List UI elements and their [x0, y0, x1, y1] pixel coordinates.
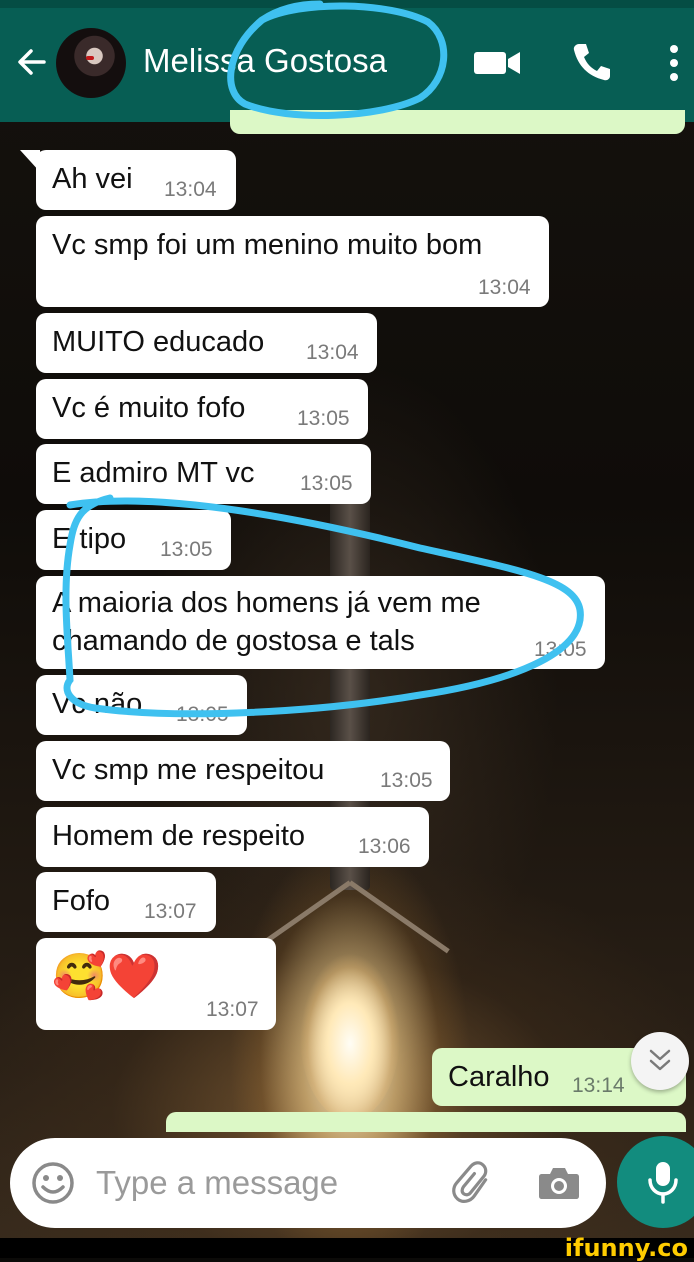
- message-time: 13:07: [144, 900, 197, 923]
- message-time: 13:05: [297, 407, 350, 430]
- message-time: 13:06: [358, 835, 411, 858]
- message-bubble[interactable]: E admiro MT vc 13:05: [36, 444, 371, 504]
- message-time: 13:04: [306, 341, 359, 364]
- message-text: Vc smp me respeitou: [52, 754, 325, 786]
- message-time: 13:05: [380, 769, 433, 792]
- message-text: E tipo: [52, 523, 127, 555]
- emoji-icon[interactable]: [30, 1160, 76, 1206]
- message-bubble[interactable]: 🥰❤️ 13:07: [36, 938, 276, 1030]
- message-input[interactable]: [96, 1158, 436, 1208]
- microphone-icon: [648, 1162, 678, 1204]
- message-bubble[interactable]: Vc é muito fofo 13:05: [36, 379, 368, 439]
- message-time: 13:05: [300, 472, 353, 495]
- message-text: Vc é muito fofo: [52, 392, 246, 424]
- message-text: E admiro MT vc: [52, 457, 255, 489]
- contact-name[interactable]: Melissa Gostosa: [143, 42, 387, 80]
- message-text: MUITO educado: [52, 326, 265, 358]
- message-bubble[interactable]: MUITO educado 13:04: [36, 313, 377, 373]
- message-time: 13:05: [160, 538, 213, 561]
- message-text: Caralho: [448, 1061, 550, 1093]
- message-bubble[interactable]: Vc smp me respeitou 13:05: [36, 741, 450, 801]
- message-text: Vc smp foi um menino muito bom: [52, 229, 483, 261]
- message-time: 13:05: [176, 703, 229, 726]
- message-time: 13:04: [164, 178, 217, 201]
- message-text-line2: chamando de gostosa e tals: [52, 625, 415, 657]
- message-bubble[interactable]: Vc smp foi um menino muito bom 13:04: [36, 216, 549, 307]
- message-time: 13:05: [534, 638, 587, 661]
- message-text: Homem de respeito: [52, 820, 306, 852]
- message-composer: [10, 1138, 606, 1228]
- message-time: 13:07: [206, 998, 259, 1021]
- message-time: 13:14: [572, 1074, 625, 1097]
- paperclip-icon[interactable]: [450, 1160, 496, 1206]
- scroll-to-bottom-button[interactable]: [631, 1032, 689, 1090]
- message-text: Ah vei: [52, 163, 133, 195]
- message-bubble[interactable]: Fofo 13:07: [36, 872, 216, 932]
- next-outgoing-bubble: [166, 1112, 686, 1132]
- message-bubble[interactable]: Homem de respeito 13:06: [36, 807, 429, 867]
- previous-outgoing-bubble: [230, 110, 685, 134]
- message-time: 13:04: [478, 276, 531, 299]
- wallpaper-flame: [300, 950, 400, 1120]
- message-bubble[interactable]: Ah vei 13:04: [36, 150, 236, 210]
- double-chevron-down-icon: [649, 1049, 671, 1071]
- more-vert-icon[interactable]: [664, 42, 684, 84]
- back-arrow-icon[interactable]: [14, 44, 50, 80]
- message-bubble[interactable]: Vc não 13:05: [36, 675, 247, 735]
- video-call-icon[interactable]: [472, 46, 522, 78]
- message-emoji: 🥰❤️: [52, 952, 162, 1001]
- phone-icon[interactable]: [570, 40, 614, 84]
- camera-icon[interactable]: [536, 1160, 582, 1206]
- status-bar: [0, 0, 694, 8]
- chat-header: Melissa Gostosa: [0, 0, 694, 122]
- avatar[interactable]: [56, 28, 126, 98]
- message-text: A maioria dos homens já vem me: [52, 587, 481, 619]
- message-bubble[interactable]: A maioria dos homens já vem me chamando …: [36, 576, 605, 669]
- message-text: Vc não: [52, 688, 143, 720]
- message-text: Fofo: [52, 885, 111, 917]
- message-bubble[interactable]: E tipo 13:05: [36, 510, 231, 570]
